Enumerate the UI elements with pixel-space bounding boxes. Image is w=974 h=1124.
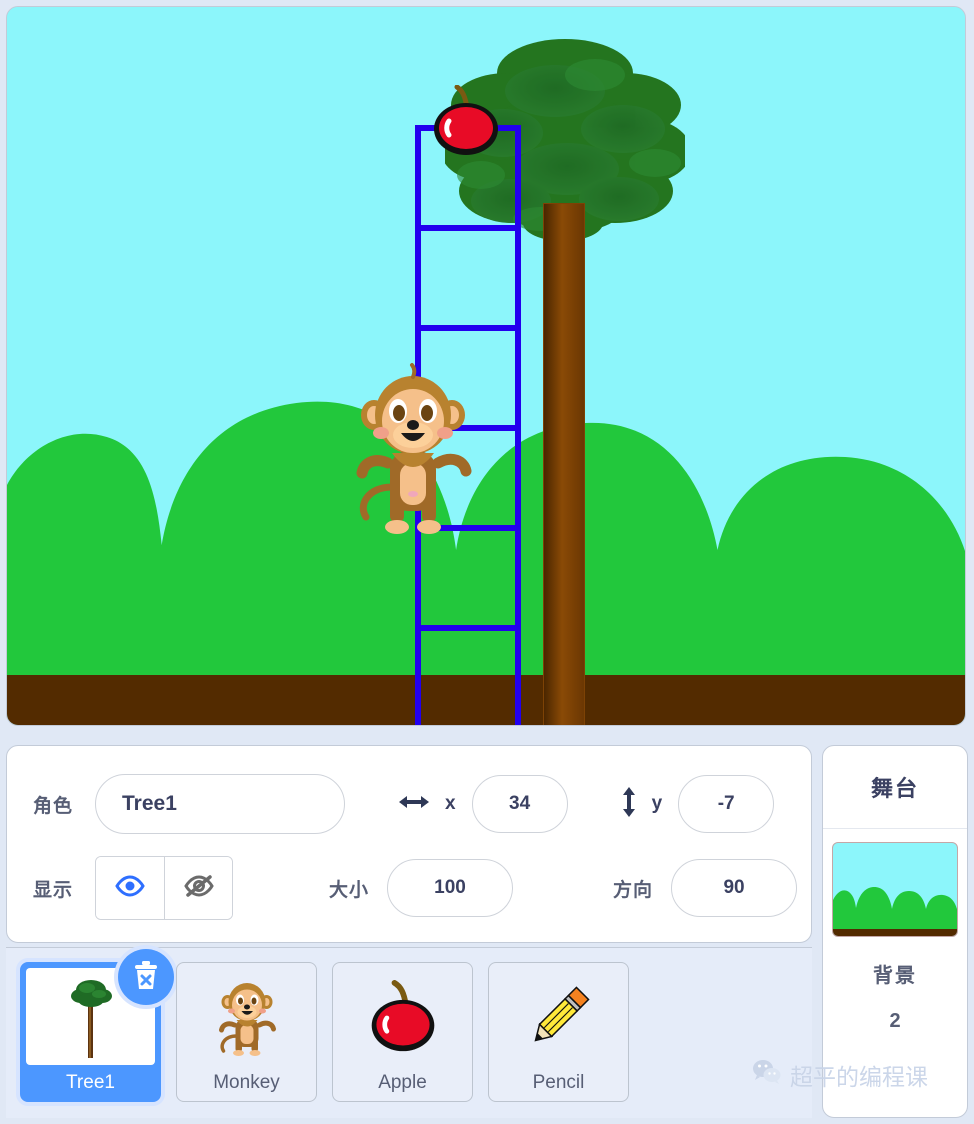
hide-sprite-button[interactable] (164, 857, 232, 919)
horizontal-arrow-icon (397, 793, 431, 816)
sprite-name-input[interactable]: Tree1 (95, 774, 345, 834)
delete-sprite-button[interactable] (118, 949, 174, 1005)
tree-trunk (543, 203, 585, 725)
eye-icon (115, 874, 145, 902)
sprite-label-apple: Apple (378, 1072, 427, 1093)
sprite-card-tree1[interactable]: Tree1 (20, 949, 174, 1102)
stage-selector-panel[interactable]: 舞台 背景 2 (822, 745, 968, 1118)
x-input[interactable]: 34 (471, 775, 568, 833)
direction-input[interactable]: 90 (671, 859, 798, 917)
sprite-label-tree1: Tree1 (66, 1072, 115, 1093)
sprite-thumbnail-pencil (494, 968, 623, 1065)
stage-panel-title: 舞台 (823, 746, 967, 829)
sprite-info-panel: 角色 Tree1 x 34 y -7 显示 大小 100 方向 90 (6, 745, 812, 943)
thumbnail-dirt (833, 929, 957, 936)
y-input[interactable]: -7 (678, 775, 775, 833)
sprite-list: Tree1 Monkey Apple Pencil (6, 947, 812, 1118)
eye-slash-icon (183, 874, 215, 903)
visibility-toggle-group[interactable] (95, 856, 233, 920)
sprite-label-monkey: Monkey (213, 1072, 280, 1093)
backdrop-label: 背景 (873, 965, 917, 987)
x-label: x (445, 793, 456, 814)
monkey-thumbnail-icon (218, 982, 276, 1056)
apple-thumbnail-icon (371, 979, 434, 1051)
sprite-thumbnail-monkey (182, 968, 311, 1065)
sprite-card-apple[interactable]: Apple (332, 962, 473, 1102)
vertical-arrow-icon (620, 785, 638, 824)
sprite-info-row-1: 角色 Tree1 x 34 y -7 (7, 764, 811, 844)
stage-thumbnail[interactable] (832, 842, 958, 937)
y-label: y (651, 793, 663, 814)
show-sprite-button[interactable] (96, 857, 164, 919)
trash-delete-icon (132, 960, 160, 995)
backdrop-count: 2 (889, 1010, 901, 1032)
stage-canvas[interactable] (6, 6, 966, 726)
sprite-card-pencil[interactable]: Pencil (488, 962, 629, 1102)
pencil-thumbnail-icon (533, 985, 590, 1042)
size-label: 大小 (329, 879, 370, 901)
monkey-sprite[interactable] (352, 359, 474, 539)
direction-label: 方向 (613, 879, 654, 901)
size-input[interactable]: 100 (387, 859, 514, 917)
visibility-label: 显示 (33, 879, 74, 901)
sprite-name-label: 角色 (33, 795, 74, 817)
sprite-info-row-2: 显示 大小 100 方向 90 (7, 848, 811, 928)
apple-sprite[interactable] (427, 85, 505, 157)
thumbnail-hills (833, 886, 957, 930)
sprite-label-pencil: Pencil (532, 1072, 585, 1093)
stage-thumbnail-wrap[interactable] (823, 842, 967, 937)
sprite-card-monkey[interactable]: Monkey (176, 962, 317, 1102)
tree-thumbnail-icon (70, 979, 112, 1058)
sprite-thumbnail-apple (338, 968, 467, 1065)
